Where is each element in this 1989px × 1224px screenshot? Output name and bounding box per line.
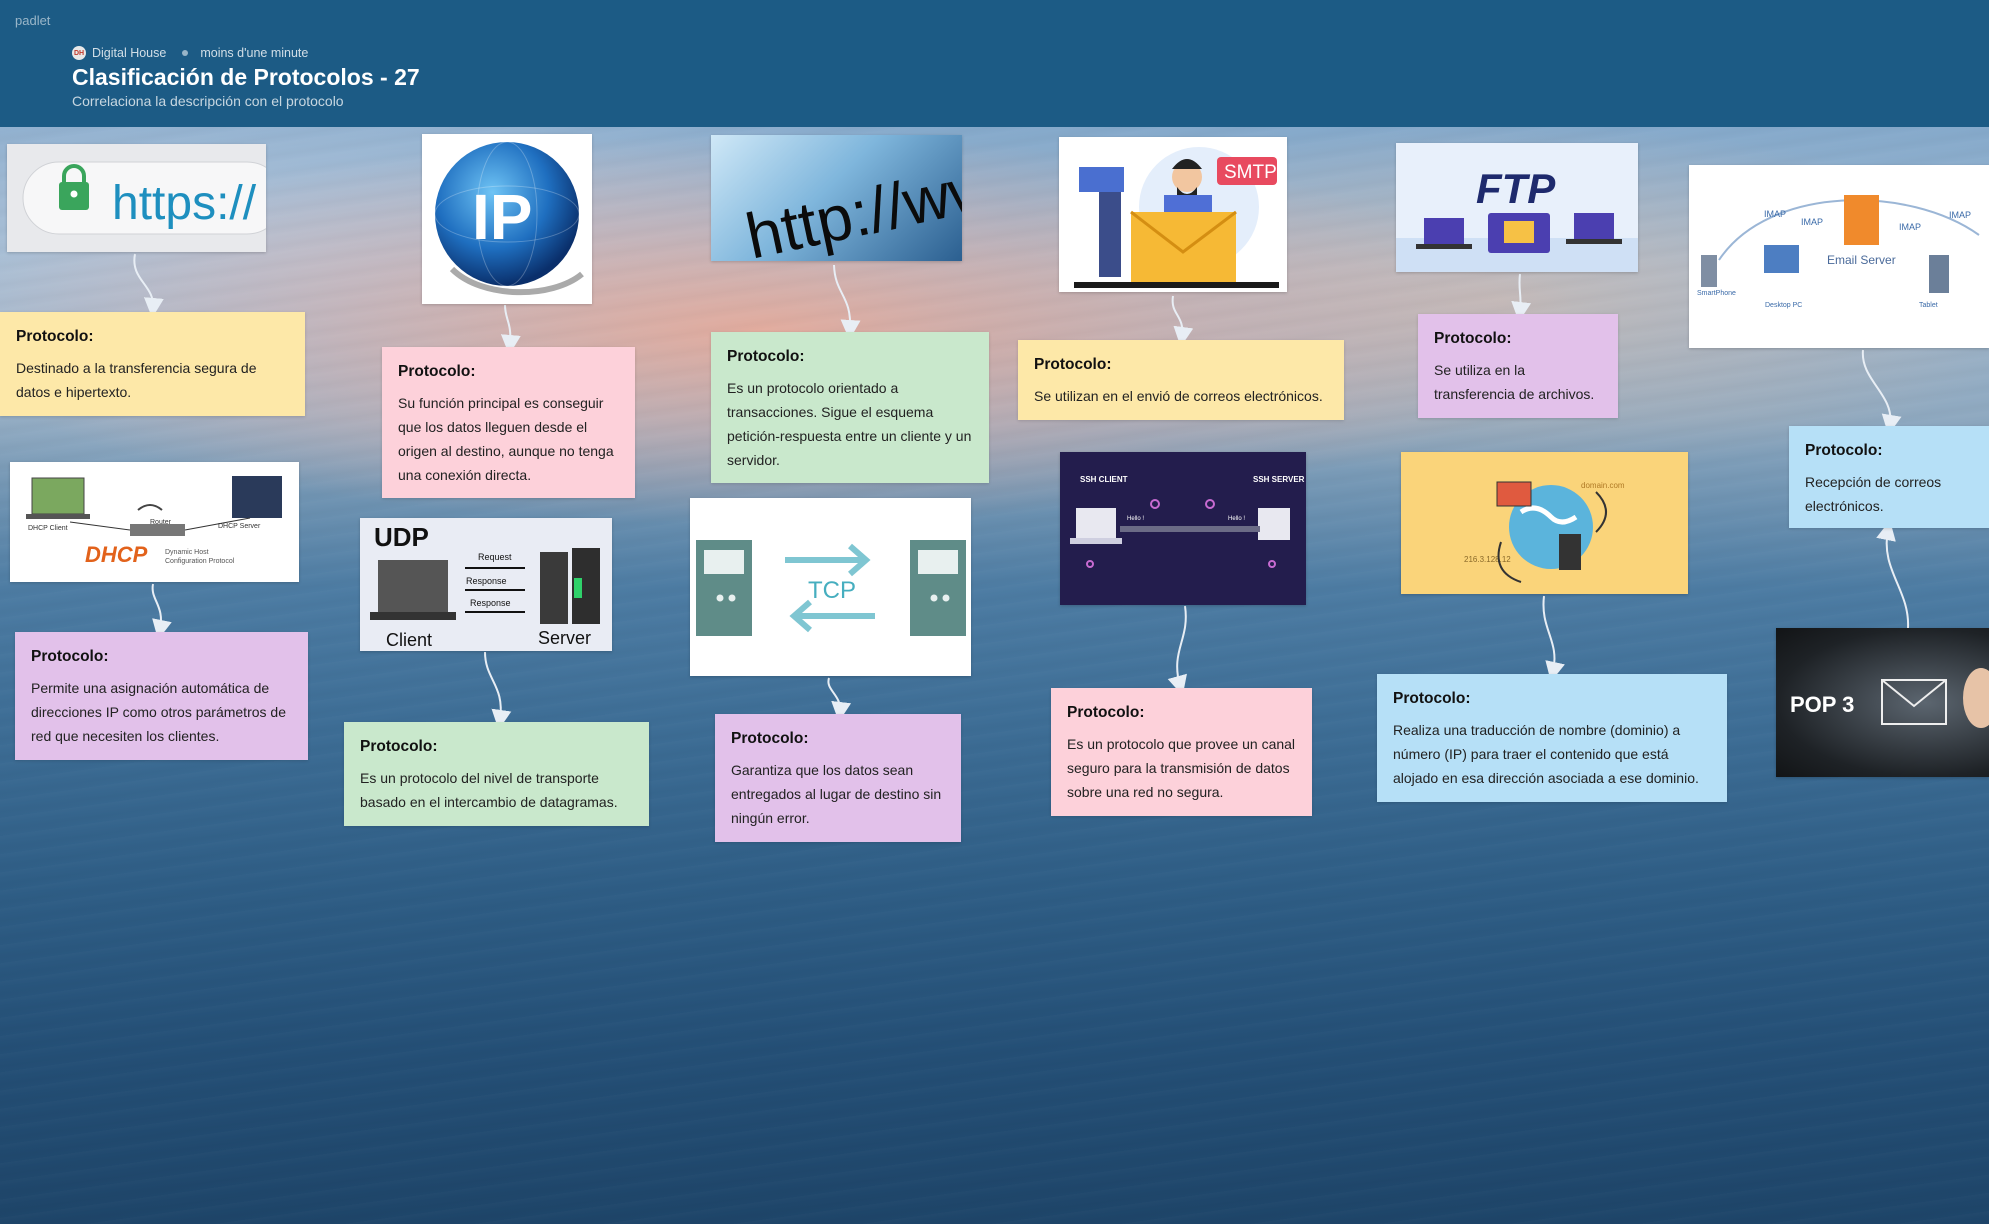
ssh-image[interactable]: SSH CLIENT SSH SERVER Hello ! Hello ! [1060,452,1306,605]
svg-text:Desktop PC: Desktop PC [1765,302,1802,309]
svg-text:Server: Server [538,628,591,648]
svg-text:IMAP: IMAP [1801,217,1823,227]
card-description: Se utilizan en el envió de correos elect… [1034,388,1323,404]
tcp-image[interactable]: TCP [690,498,971,676]
svg-text:Router: Router [150,519,172,526]
card-description: Es un protocolo orientado a transaccione… [727,380,972,468]
card-description: Permite una asignación automática de dir… [31,680,286,744]
card-heading: Protocolo: [1434,330,1512,347]
svg-text:http://www: http://www [740,140,962,261]
card-heading: Protocolo: [1805,442,1883,459]
dhcp-diagram: DHCP Client Router DHCP Server DHCP Dyna… [26,476,282,567]
card-heading: Protocolo: [1067,704,1145,721]
svg-text:DHCP Server: DHCP Server [218,523,261,530]
card-description: Se utiliza en la transferencia de archiv… [1434,362,1595,402]
udp-image[interactable]: UDP Request Response Response Client Ser… [360,518,612,651]
https-graphic: https:// [22,161,266,235]
card-description: Realiza una traducción de nombre (domini… [1393,722,1699,786]
card-heading: Protocolo: [727,348,805,365]
card-heading: Protocolo: [731,730,809,747]
svg-text:POP 3: POP 3 [1790,692,1854,717]
card-heading: Protocolo: [398,363,476,380]
ip-image[interactable]: IP [422,134,592,304]
card-heading: Protocolo: [1034,356,1112,373]
card-heading: Protocolo: [16,328,94,345]
svg-text:DHCP Client: DHCP Client [28,525,68,532]
protocol-card[interactable]: Protocolo: Permite una asignación automá… [15,632,308,760]
svg-text:Client: Client [386,630,432,650]
svg-text:SMTP: SMTP [1224,162,1277,183]
protocol-card[interactable]: Protocolo: Realiza una traducción de nom… [1377,674,1727,802]
protocol-card[interactable]: Protocolo: Es un protocolo que provee un… [1051,688,1312,816]
imap-image[interactable]: IMAP IMAP IMAP IMAP Email Server SmartPh… [1689,165,1989,348]
protocol-card[interactable]: Protocolo: Destinado a la transferencia … [0,312,305,416]
dns-image[interactable]: domain.com 216.3.128.12 [1401,452,1688,594]
svg-text:Dynamic Host: Dynamic Host [165,549,209,556]
svg-text:SmartPhone: SmartPhone [1697,290,1736,297]
card-heading: Protocolo: [31,648,109,665]
svg-text:Email Server: Email Server [1827,253,1896,267]
card-heading: Protocolo: [1393,690,1471,707]
svg-text:https://: https:// [112,177,257,230]
svg-text:FTP: FTP [1476,165,1556,212]
svg-text:UDP: UDP [374,522,429,552]
protocol-card[interactable]: Protocolo: Recepción de correos electrón… [1789,426,1989,528]
svg-text:Tablet: Tablet [1919,302,1938,309]
ftp-image[interactable]: FTP [1396,143,1638,272]
svg-text:IMAP: IMAP [1949,210,1971,220]
svg-text:IP: IP [472,181,532,253]
card-description: Destinado a la transferencia segura de d… [16,360,257,400]
tcp-diagram: TCP [696,540,966,636]
svg-text:TCP: TCP [808,577,856,604]
protocol-card[interactable]: Protocolo: Es un protocolo del nivel de … [344,722,649,826]
dhcp-image[interactable]: DHCP Client Router DHCP Server DHCP Dyna… [10,462,299,582]
svg-text:SSH SERVER: SSH SERVER [1253,475,1305,484]
pop3-graphic: POP 3 [1790,668,1989,728]
http-graphic: http://www [740,140,962,261]
svg-text:Hello !: Hello ! [1228,516,1245,522]
card-description: Es un protocolo que provee un canal segu… [1067,736,1296,800]
card-description: Recepción de correos electrónicos. [1805,474,1942,514]
pop3-image[interactable]: POP 3 [1776,628,1989,777]
card-description: Su función principal es conseguir que lo… [398,395,614,483]
protocol-card[interactable]: Protocolo: Se utiliza en la transferenci… [1418,314,1618,418]
svg-text:Request: Request [478,552,512,562]
svg-text:SSH CLIENT: SSH CLIENT [1080,475,1128,484]
svg-text:Response: Response [466,576,507,586]
ftp-graphic: FTP [1396,165,1638,272]
card-description: Garantiza que los datos sean entregados … [731,762,942,826]
svg-text:DHCP: DHCP [85,542,148,567]
protocol-card[interactable]: Protocolo: Su función principal es conse… [382,347,635,498]
ip-globe-icon: IP [434,141,584,296]
svg-text:IMAP: IMAP [1899,222,1921,232]
svg-text:Hello !: Hello ! [1127,516,1144,522]
smtp-graphic: SMTP [1074,147,1279,288]
https-image[interactable]: https:// [7,144,266,252]
protocol-card[interactable]: Protocolo: Se utilizan en el envió de co… [1018,340,1344,420]
protocol-card[interactable]: Protocolo: Es un protocolo orientado a t… [711,332,989,483]
http-image[interactable]: http://www [711,135,962,261]
card-heading: Protocolo: [360,738,438,755]
smtp-image[interactable]: SMTP [1059,137,1287,292]
svg-text:216.3.128.12: 216.3.128.12 [1464,555,1511,564]
ssh-diagram: SSH CLIENT SSH SERVER Hello ! Hello ! [1070,475,1305,568]
svg-text:Configuration Protocol: Configuration Protocol [165,558,235,565]
card-description: Es un protocolo del nivel de transporte … [360,770,618,810]
imap-diagram: IMAP IMAP IMAP IMAP Email Server SmartPh… [1697,195,1980,309]
svg-text:Response: Response [470,598,511,608]
udp-diagram: UDP Request Response Response Client Ser… [370,522,600,650]
svg-text:domain.com: domain.com [1581,481,1625,490]
svg-text:IMAP: IMAP [1764,209,1786,219]
protocol-card[interactable]: Protocolo: Garantiza que los datos sean … [715,714,961,842]
dns-diagram: domain.com 216.3.128.12 [1464,481,1625,583]
